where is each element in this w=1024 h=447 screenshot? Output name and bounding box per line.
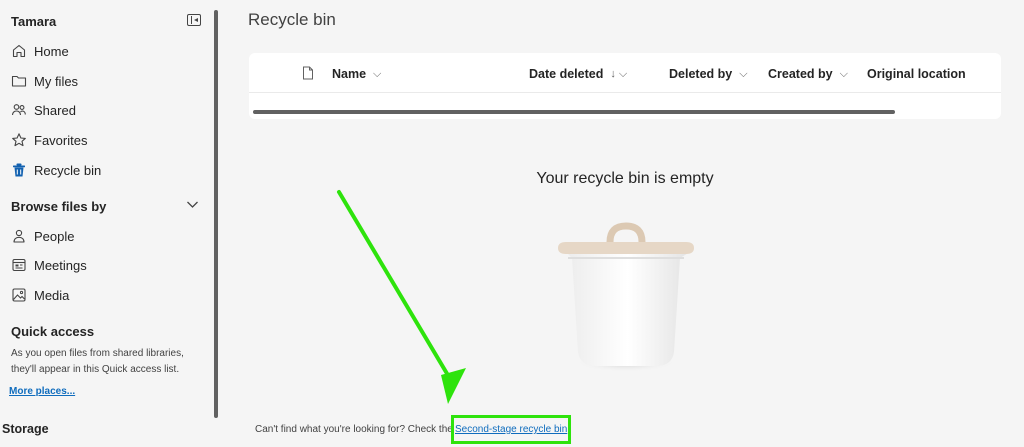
browse-people-label: People xyxy=(34,228,75,244)
browse-meetings-label: Meetings xyxy=(34,257,87,273)
table-horizontal-scrollbar[interactable] xyxy=(253,110,895,114)
browse-meetings[interactable]: Meetings xyxy=(11,255,87,275)
column-name[interactable]: Name ⌵ xyxy=(332,67,381,81)
table-header-row: Name ⌵ Date deleted ↓ ⌵ Deleted by ⌵ Create… xyxy=(249,53,1001,93)
user-row: Tamara xyxy=(11,14,201,30)
nav-home-label: Home xyxy=(34,43,69,59)
quick-access-heading: Quick access xyxy=(11,324,95,339)
star-icon xyxy=(12,133,26,147)
home-icon xyxy=(12,44,26,58)
image-icon xyxy=(12,288,26,302)
nav-my-files[interactable]: My files xyxy=(11,71,78,91)
nav-shared-label: Shared xyxy=(34,102,76,118)
nav-my-files-label: My files xyxy=(34,73,79,89)
person-icon xyxy=(13,229,25,243)
user-name: Tamara xyxy=(11,14,57,29)
column-date-deleted-label: Date deleted xyxy=(529,67,604,81)
file-type-icon[interactable] xyxy=(302,66,314,80)
calendar-icon xyxy=(12,258,26,272)
empty-bin-illustration-icon xyxy=(558,222,694,372)
browse-people[interactable]: People xyxy=(11,226,74,246)
column-created-by-chevron-icon: ⌵ xyxy=(839,67,848,80)
browse-media[interactable]: Media xyxy=(11,285,69,305)
people-shared-icon xyxy=(11,104,26,116)
quick-access-description: As you open files from shared libraries,… xyxy=(11,348,184,375)
folder-icon xyxy=(11,75,27,87)
column-created-by-label: Created by xyxy=(768,67,833,81)
column-original-location[interactable]: Original location xyxy=(867,67,966,81)
column-deleted-by-label: Deleted by xyxy=(669,67,733,81)
column-date-deleted[interactable]: Date deleted ↓ ⌵ xyxy=(529,67,627,81)
column-deleted-by-chevron-icon: ⌵ xyxy=(739,67,748,80)
file-table: Name ⌵ Date deleted ↓ ⌵ Deleted by ⌵ Create… xyxy=(249,53,1001,119)
more-places-link[interactable]: More places... xyxy=(9,386,75,397)
column-original-location-label: Original location xyxy=(867,67,966,81)
nav-shared[interactable]: Shared xyxy=(11,100,76,120)
empty-state-title: Your recycle bin is empty xyxy=(536,170,714,187)
page-title: Recycle bin xyxy=(248,10,336,29)
column-created-by[interactable]: Created by ⌵ xyxy=(768,67,848,81)
column-name-label: Name xyxy=(332,67,367,81)
highlight-box xyxy=(451,415,571,444)
column-deleted-by[interactable]: Deleted by ⌵ xyxy=(669,67,748,81)
chevron-down-icon[interactable] xyxy=(186,200,199,209)
sidebar-scrollbar[interactable] xyxy=(214,10,218,418)
browse-media-label: Media xyxy=(34,287,70,303)
sort-descending-icon: ↓ ⌵ xyxy=(610,67,628,80)
nav-home[interactable]: Home xyxy=(11,41,69,61)
collapse-sidebar-icon[interactable] xyxy=(187,14,201,26)
column-name-chevron-icon: ⌵ xyxy=(373,67,382,80)
nav-favorites-label: Favorites xyxy=(34,132,88,148)
left-navigation: Tamara Home My files Shared Favorites Re… xyxy=(0,0,212,447)
browse-files-heading: Browse files by xyxy=(11,199,107,214)
storage-heading: Storage xyxy=(2,422,49,436)
bottom-help-text: Can't find what you're looking for? Chec… xyxy=(255,424,453,435)
nav-favorites[interactable]: Favorites xyxy=(11,130,87,150)
